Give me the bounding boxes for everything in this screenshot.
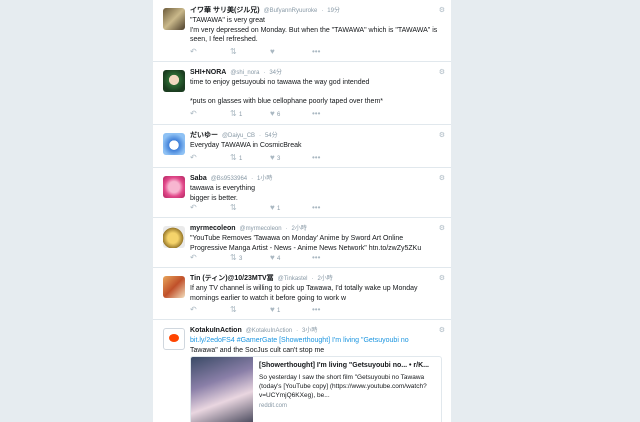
reply-icon[interactable]: ↶ xyxy=(190,153,197,163)
handle[interactable]: @KotakuInAction xyxy=(246,328,292,334)
more-icon[interactable]: ••• xyxy=(312,253,320,263)
display-name[interactable]: だいゆー xyxy=(190,132,218,139)
retweet-icon[interactable]: ⇅ xyxy=(230,305,237,315)
reddit-logo-icon xyxy=(169,334,179,342)
tweet[interactable]: ⚙ SHI+NORA @shi_nora · 34分 time to enjoy… xyxy=(153,62,451,125)
display-name[interactable]: イワ華 サリ美(ジル兄) xyxy=(190,7,260,14)
heart-icon[interactable]: ♥ 6 xyxy=(270,109,280,120)
avatar[interactable] xyxy=(163,133,185,155)
handle[interactable]: @BufyannRyuuroke xyxy=(264,8,318,14)
timestamp[interactable]: 1小時 xyxy=(257,176,272,182)
avatar[interactable] xyxy=(163,328,185,350)
more-icon[interactable]: ••• xyxy=(312,109,320,119)
card-description: So yesterday I saw the short film "Getsu… xyxy=(259,374,427,399)
avatar[interactable] xyxy=(163,276,185,298)
like-count: 1 xyxy=(276,308,281,314)
tweet-text: Everyday TAWAWA in CosmicBreak xyxy=(190,142,302,149)
heart-icon[interactable]: ♥ xyxy=(270,47,275,57)
avatar[interactable] xyxy=(163,176,185,198)
display-name[interactable]: SHI+NORA xyxy=(190,69,226,76)
retweet-icon[interactable]: ⇅ xyxy=(230,203,237,213)
timestamp[interactable]: 54分 xyxy=(265,133,278,139)
timeline: ⚙ イワ華 サリ美(ジル兄) @BufyannRyuuroke · 19分 "T… xyxy=(153,0,451,422)
retweet-icon[interactable]: ⇅ 1 xyxy=(230,109,242,120)
card-image[interactable] xyxy=(191,357,253,422)
handle[interactable]: @Bs9533964 xyxy=(211,176,247,182)
tweet-text: If any TV channel is willing to pick up … xyxy=(190,285,418,302)
like-count: 4 xyxy=(276,256,281,262)
heart-icon[interactable]: ♥ 1 xyxy=(270,305,280,316)
reply-icon[interactable]: ↶ xyxy=(190,253,197,263)
like-count: 1 xyxy=(276,206,281,212)
retweet-icon[interactable]: ⇅ 3 xyxy=(230,253,242,264)
handle[interactable]: @Daiyu_CB xyxy=(222,133,255,139)
like-count: 3 xyxy=(276,156,281,162)
reply-icon[interactable]: ↶ xyxy=(190,203,197,213)
heart-icon[interactable]: ♥ 3 xyxy=(270,153,280,164)
timestamp[interactable]: 2小時 xyxy=(317,276,332,282)
more-icon[interactable]: ••• xyxy=(312,305,320,315)
retweet-icon[interactable]: ⇅ 1 xyxy=(230,153,242,164)
more-icon[interactable]: ••• xyxy=(312,47,320,57)
timestamp[interactable]: 34分 xyxy=(269,70,282,76)
timestamp[interactable]: 2小時 xyxy=(292,226,307,232)
retweet-count: 1 xyxy=(238,156,243,162)
card-domain: reddit.com xyxy=(259,403,288,409)
display-name[interactable]: myrmecoleon xyxy=(190,225,236,232)
tweet[interactable]: ⚙ Saba @Bs9533964 · 1小時 tawawa is everyt… xyxy=(153,168,451,218)
tweet-text: time to enjoy getsuyoubi no tawawa the w… xyxy=(190,79,384,105)
display-name[interactable]: KotakuInAction xyxy=(190,327,242,334)
tweet[interactable]: ⚙ myrmecoleon @myrmecoleon · 2小時 "YouTub… xyxy=(153,218,451,268)
avatar[interactable] xyxy=(163,70,185,92)
link-card[interactable]: [Showerthought] I'm living "Getsuyoubi n… xyxy=(190,356,442,422)
tweet-text: tawawa is everything bigger is better. xyxy=(190,185,255,202)
handle[interactable]: @myrmecoleon xyxy=(239,226,281,232)
timestamp[interactable]: 3小時 xyxy=(302,328,317,334)
heart-icon[interactable]: ♥ 1 xyxy=(270,203,280,214)
timestamp[interactable]: 19分 xyxy=(327,8,340,14)
tweet[interactable]: ⚙ Tin (ティン)@10/23MTV冨 @Tinkastel · 2小時 I… xyxy=(153,268,451,320)
retweet-count: 3 xyxy=(238,256,243,262)
retweet-icon[interactable]: ⇅ xyxy=(230,47,237,57)
reply-icon[interactable]: ↶ xyxy=(190,305,197,315)
retweet-count: 1 xyxy=(238,112,243,118)
avatar[interactable] xyxy=(163,8,185,30)
heart-icon[interactable]: ♥ 4 xyxy=(270,253,280,264)
display-name[interactable]: Saba xyxy=(190,175,207,182)
handle[interactable]: @shi_nora xyxy=(230,70,259,76)
reply-icon[interactable]: ↶ xyxy=(190,47,197,57)
tweet-text: bit.ly/2edoFS4 #GamerGate [Showerthought… xyxy=(190,337,409,354)
tweet-text: "YouTube Removes 'Tawawa on Monday' Anim… xyxy=(190,235,422,252)
more-icon[interactable]: ••• xyxy=(312,203,320,213)
tweet[interactable]: ⚙ KotakuInAction @KotakuInAction · 3小時 b… xyxy=(153,320,451,422)
display-name[interactable]: Tin (ティン)@10/23MTV冨 xyxy=(190,275,274,282)
tweet[interactable]: ⚙ イワ華 サリ美(ジル兄) @BufyannRyuuroke · 19分 "T… xyxy=(153,0,451,62)
handle[interactable]: @Tinkastel xyxy=(278,276,308,282)
card-title[interactable]: [Showerthought] I'm living "Getsuyoubi n… xyxy=(259,361,437,371)
tweet-text: "TAWAWA" is very great I'm very depresse… xyxy=(190,17,438,43)
avatar[interactable] xyxy=(163,226,185,248)
more-icon[interactable]: ••• xyxy=(312,153,320,163)
like-count: 6 xyxy=(276,112,281,118)
tweet[interactable]: ⚙ だいゆー @Daiyu_CB · 54分 Everyday TAWAWA i… xyxy=(153,125,451,168)
reply-icon[interactable]: ↶ xyxy=(190,109,197,119)
